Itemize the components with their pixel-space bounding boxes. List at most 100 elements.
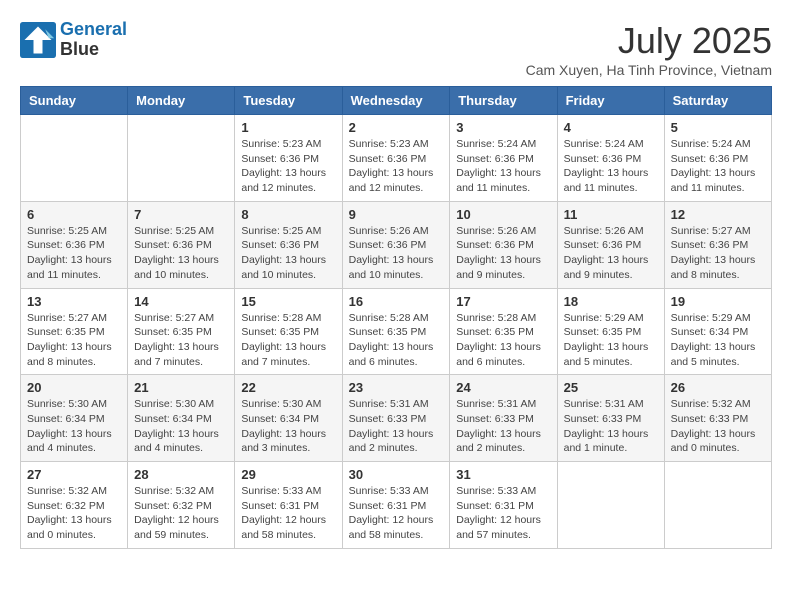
day-number: 24 [456,380,550,395]
calendar-cell [21,115,128,202]
calendar-cell: 13 Sunrise: 5:27 AM Sunset: 6:35 PM Dayli… [21,288,128,375]
calendar-week-5: 27 Sunrise: 5:32 AM Sunset: 6:32 PM Dayli… [21,462,772,549]
title-block: July 2025 Cam Xuyen, Ha Tinh Province, V… [526,20,772,78]
day-number: 18 [564,294,658,309]
calendar-cell: 29 Sunrise: 5:33 AM Sunset: 6:31 PM Dayli… [235,462,342,549]
calendar-cell: 28 Sunrise: 5:32 AM Sunset: 6:32 PM Dayli… [128,462,235,549]
day-number: 23 [349,380,444,395]
day-number: 10 [456,207,550,222]
calendar-cell: 31Sunrise: 5:33 AM Sunset: 6:31 PM Dayli… [450,462,557,549]
calendar-cell: 20 Sunrise: 5:30 AM Sunset: 6:34 PM Dayli… [21,375,128,462]
calendar-cell: 27Sunrise: 5:32 AM Sunset: 6:32 PM Dayli… [21,462,128,549]
calendar-cell: 18 Sunrise: 5:29 AM Sunset: 6:35 PM Dayli… [557,288,664,375]
day-number: 8 [241,207,335,222]
day-info: Sunrise: 5:30 AM Sunset: 6:34 PM Dayligh… [241,397,335,456]
calendar-cell: 22 Sunrise: 5:30 AM Sunset: 6:34 PM Dayli… [235,375,342,462]
weekday-header-friday: Friday [557,87,664,115]
calendar-cell: 14Sunrise: 5:27 AM Sunset: 6:35 PM Dayli… [128,288,235,375]
calendar-cell: 8 Sunrise: 5:25 AM Sunset: 6:36 PM Daylig… [235,201,342,288]
calendar-cell: 6Sunrise: 5:25 AM Sunset: 6:36 PM Daylig… [21,201,128,288]
calendar-cell: 16Sunrise: 5:28 AM Sunset: 6:35 PM Dayli… [342,288,450,375]
calendar-week-4: 20 Sunrise: 5:30 AM Sunset: 6:34 PM Dayli… [21,375,772,462]
day-info: Sunrise: 5:31 AM Sunset: 6:33 PM Dayligh… [564,397,658,456]
calendar-cell: 24 Sunrise: 5:31 AM Sunset: 6:33 PM Dayli… [450,375,557,462]
day-number: 7 [134,207,228,222]
calendar-cell: 10 Sunrise: 5:26 AM Sunset: 6:36 PM Dayli… [450,201,557,288]
day-number: 19 [671,294,765,309]
day-number: 17 [456,294,550,309]
day-info: Sunrise: 5:26 AM Sunset: 6:36 PM Dayligh… [456,224,550,283]
day-info: Sunrise: 5:24 AM Sunset: 6:36 PM Dayligh… [456,137,550,196]
day-number: 20 [27,380,121,395]
calendar-cell: 11 Sunrise: 5:26 AM Sunset: 6:36 PM Dayli… [557,201,664,288]
day-number: 1 [241,120,335,135]
day-info: Sunrise: 5:27 AM Sunset: 6:35 PM Dayligh… [134,311,228,370]
day-info: Sunrise: 5:29 AM Sunset: 6:35 PM Dayligh… [564,311,658,370]
day-number: 28 [134,467,228,482]
day-info: Sunrise: 5:32 AM Sunset: 6:32 PM Dayligh… [134,484,228,543]
weekday-header-wednesday: Wednesday [342,87,450,115]
day-number: 29 [241,467,335,482]
day-info: Sunrise: 5:25 AM Sunset: 6:36 PM Dayligh… [241,224,335,283]
logo: General Blue [20,20,127,60]
calendar-cell: 15Sunrise: 5:28 AM Sunset: 6:35 PM Dayli… [235,288,342,375]
day-info: Sunrise: 5:26 AM Sunset: 6:36 PM Dayligh… [349,224,444,283]
day-number: 15 [241,294,335,309]
day-info: Sunrise: 5:28 AM Sunset: 6:35 PM Dayligh… [456,311,550,370]
calendar-week-2: 6 Sunrise: 5:25 AM Sunset: 6:36 PM Daylig… [21,201,772,288]
calendar-cell: 17 Sunrise: 5:28 AM Sunset: 6:35 PM Dayli… [450,288,557,375]
day-info: Sunrise: 5:31 AM Sunset: 6:33 PM Dayligh… [349,397,444,456]
day-info: Sunrise: 5:27 AM Sunset: 6:35 PM Dayligh… [27,311,121,370]
calendar-week-3: 13 Sunrise: 5:27 AM Sunset: 6:35 PM Dayli… [21,288,772,375]
day-info: Sunrise: 5:23 AM Sunset: 6:36 PM Dayligh… [349,137,444,196]
day-number: 16 [349,294,444,309]
calendar-cell: 3 Sunrise: 5:24 AM Sunset: 6:36 PM Daylig… [450,115,557,202]
weekday-header-sunday: Sunday [21,87,128,115]
day-info: Sunrise: 5:33 AM Sunset: 6:31 PM Dayligh… [241,484,335,543]
day-number: 31 [456,467,550,482]
weekday-header-thursday: Thursday [450,87,557,115]
weekday-header-tuesday: Tuesday [235,87,342,115]
calendar-cell: 26 Sunrise: 5:32 AM Sunset: 6:33 PM Dayli… [664,375,771,462]
calendar-body: 1 Sunrise: 5:23 AM Sunset: 6:36 PM Daylig… [21,115,772,549]
day-info: Sunrise: 5:23 AM Sunset: 6:36 PM Dayligh… [241,137,335,196]
weekday-header-saturday: Saturday [664,87,771,115]
page-header: General Blue July 2025 Cam Xuyen, Ha Tin… [20,20,772,78]
calendar-week-1: 1 Sunrise: 5:23 AM Sunset: 6:36 PM Daylig… [21,115,772,202]
logo-blue: Blue [60,40,127,60]
day-info: Sunrise: 5:33 AM Sunset: 6:31 PM Dayligh… [349,484,444,543]
day-number: 13 [27,294,121,309]
day-info: Sunrise: 5:30 AM Sunset: 6:34 PM Dayligh… [134,397,228,456]
logo-general: General [60,19,127,39]
calendar-cell: 9 Sunrise: 5:26 AM Sunset: 6:36 PM Daylig… [342,201,450,288]
day-info: Sunrise: 5:32 AM Sunset: 6:33 PM Dayligh… [671,397,765,456]
day-number: 22 [241,380,335,395]
day-number: 21 [134,380,228,395]
calendar-cell: 30Sunrise: 5:33 AM Sunset: 6:31 PM Dayli… [342,462,450,549]
logo-icon [20,22,56,58]
day-number: 6 [27,207,121,222]
weekday-header-monday: Monday [128,87,235,115]
day-number: 25 [564,380,658,395]
calendar-cell: 12 Sunrise: 5:27 AM Sunset: 6:36 PM Dayli… [664,201,771,288]
day-number: 5 [671,120,765,135]
calendar-cell [664,462,771,549]
day-number: 2 [349,120,444,135]
calendar-cell: 5 Sunrise: 5:24 AM Sunset: 6:36 PM Daylig… [664,115,771,202]
day-info: Sunrise: 5:25 AM Sunset: 6:36 PM Dayligh… [134,224,228,283]
day-info: Sunrise: 5:26 AM Sunset: 6:36 PM Dayligh… [564,224,658,283]
day-number: 9 [349,207,444,222]
day-info: Sunrise: 5:27 AM Sunset: 6:36 PM Dayligh… [671,224,765,283]
day-info: Sunrise: 5:24 AM Sunset: 6:36 PM Dayligh… [564,137,658,196]
day-number: 27 [27,467,121,482]
calendar-cell: 4Sunrise: 5:24 AM Sunset: 6:36 PM Daylig… [557,115,664,202]
day-info: Sunrise: 5:30 AM Sunset: 6:34 PM Dayligh… [27,397,121,456]
day-info: Sunrise: 5:31 AM Sunset: 6:33 PM Dayligh… [456,397,550,456]
calendar-cell: 23 Sunrise: 5:31 AM Sunset: 6:33 PM Dayli… [342,375,450,462]
day-number: 12 [671,207,765,222]
day-number: 26 [671,380,765,395]
day-number: 11 [564,207,658,222]
day-info: Sunrise: 5:24 AM Sunset: 6:36 PM Dayligh… [671,137,765,196]
calendar-table: SundayMondayTuesdayWednesdayThursdayFrid… [20,86,772,549]
day-number: 3 [456,120,550,135]
